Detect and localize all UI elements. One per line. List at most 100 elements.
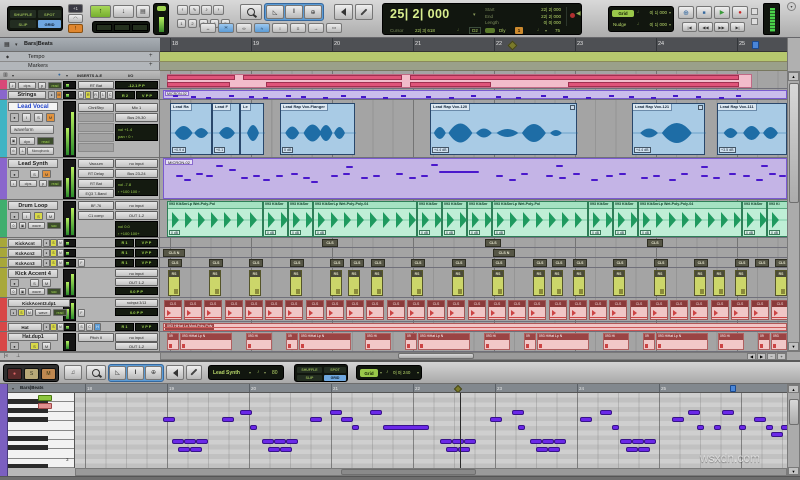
midi-note[interactable] [754, 417, 766, 423]
audio-zoom-in-button[interactable]: › [213, 5, 224, 15]
return-to-zero-button[interactable]: |◀ [682, 22, 697, 32]
audio-clip[interactable]: 093 KikSnrLp Wet-Poly-Poly-04 0 dB [638, 201, 743, 237]
midi-note[interactable] [240, 409, 252, 415]
insert-slot-empty[interactable] [78, 133, 114, 142]
midi-note[interactable] [452, 439, 464, 445]
midi-note[interactable] [632, 439, 644, 445]
link-option-button[interactable]: ↔ [200, 23, 216, 33]
midi-note[interactable] [688, 409, 700, 415]
playlist-button[interactable]: p [38, 82, 46, 89]
mute-button[interactable]: M [26, 309, 33, 316]
midi-note[interactable] [548, 446, 560, 452]
midi-clip-micron[interactable]: MICRON-02 [163, 90, 787, 99]
main-counter[interactable]: 25| 2| 000 [390, 7, 450, 21]
midi-note[interactable] [512, 409, 524, 415]
piano-keyboard[interactable]: 3 [8, 393, 75, 468]
midi-clip-cls[interactable]: CLS [168, 259, 182, 267]
record-button[interactable]: ● [732, 6, 748, 19]
track-name-kickacent3-dp1[interactable]: KickAcent3.dp1 [8, 299, 70, 307]
midi-note[interactable] [216, 165, 223, 168]
midi-clip-cls[interactable]: CLS [755, 259, 769, 267]
midi-note[interactable] [330, 409, 342, 415]
audio-clip[interactable]: 09 [167, 333, 179, 350]
mute-button[interactable]: M [46, 113, 55, 122]
midi-note[interactable] [178, 446, 190, 452]
audio-clip[interactable]: Lead Rap Vox-120 +4.4 dB [430, 103, 578, 155]
midi-note[interactable] [669, 179, 676, 182]
midi-clip[interactable] [243, 75, 402, 80]
scroll-up-button[interactable]: ▲ [788, 72, 799, 81]
midi-grid-label[interactable]: Grid [360, 369, 378, 377]
midi-note[interactable] [206, 175, 213, 178]
midi-clip[interactable] [266, 81, 402, 87]
midi-clip[interactable] [410, 81, 491, 87]
link-option-button[interactable]: ≈ [254, 23, 270, 33]
midi-note[interactable] [311, 181, 318, 184]
midi-note[interactable] [591, 179, 598, 182]
default-velocity[interactable]: 80 [272, 370, 278, 376]
midi-note[interactable] [310, 417, 322, 423]
track-name-strings[interactable]: Strings [8, 91, 46, 99]
midi-note[interactable] [253, 175, 260, 178]
input-selector[interactable]: no input [115, 201, 158, 210]
midi-note[interactable] [521, 173, 528, 176]
audio-clip-cls[interactable]: CLS [164, 300, 182, 320]
tempo-value[interactable]: 75 [555, 28, 560, 33]
solo-button[interactable]: S [50, 259, 57, 267]
midi-note[interactable] [184, 179, 191, 182]
solo-button[interactable]: S [34, 113, 43, 122]
audio-clip-cls[interactable]: CLS [690, 300, 708, 320]
midi-clip-cls[interactable]: CLS [613, 259, 627, 267]
track-name-kickacnt[interactable]: KickAcnt [8, 239, 42, 247]
tempo-row[interactable]: ◆ Tempo + [0, 52, 160, 62]
audio-clip[interactable]: 093 HiHat Lp N [299, 333, 351, 350]
go-to-end-button[interactable]: ▶| [730, 22, 745, 32]
midi-note[interactable] [722, 409, 734, 415]
midi-clip-cls[interactable]: CLS [371, 259, 385, 267]
audio-clip[interactable]: 093 KikSnrLp Wet-Poly-Pol 0 dB [167, 201, 264, 237]
scroll-left-button[interactable]: ◀ [747, 353, 756, 360]
midi-note[interactable] [580, 417, 592, 423]
audio-clip[interactable]: 093 KikSnr 0 dB [417, 201, 443, 237]
audio-clip-cls[interactable]: CLS [771, 300, 787, 320]
note-button[interactable]: ♪ [9, 82, 16, 89]
midi-note[interactable] [600, 409, 612, 415]
pre-roll-dot[interactable] [570, 13, 575, 18]
midi-note[interactable] [196, 439, 208, 445]
audio-clip[interactable]: 093 KikSnr 0 dB [613, 201, 639, 237]
audio-clip[interactable]: 09 [286, 333, 298, 350]
audio-clip-cls[interactable]: CLS [407, 300, 425, 320]
insert-letter-button[interactable]: S [78, 323, 85, 331]
midi-note[interactable] [653, 175, 660, 178]
markers-row[interactable]: Markers + [0, 62, 160, 71]
piano-black-key[interactable] [8, 417, 48, 423]
audio-clip[interactable]: 093 KikSnr 0 dB [467, 201, 493, 237]
record-enable-button[interactable]: ● [43, 239, 50, 247]
midi-mode-grid[interactable]: GRID [324, 375, 346, 381]
midi-note[interactable] [303, 177, 310, 180]
audio-clip-cls[interactable]: CLS [245, 300, 263, 320]
insert-button[interactable]: Pitch II [78, 333, 114, 342]
voice-button[interactable]: 0 [10, 222, 17, 229]
target-track-button[interactable] [38, 395, 52, 401]
midi-clip[interactable] [167, 75, 235, 80]
input-monitor-button[interactable]: I [22, 113, 31, 122]
midi-note[interactable] [769, 173, 776, 176]
audio-clip[interactable]: 09 [524, 333, 536, 350]
mode-spot-button[interactable]: SPOT [38, 10, 61, 18]
dropdown-icon[interactable]: ▾ [380, 370, 382, 375]
midi-grid-value[interactable]: 0| 0| 240 [393, 370, 410, 375]
zoom-in-button[interactable]: ↑ [90, 5, 111, 18]
audio-clip[interactable]: 093 KikSnr 0 dB [742, 201, 768, 237]
midi-clip-cls[interactable]: CLS [573, 259, 587, 267]
bars-beats-row[interactable]: ▦ ▾ Bars|Beats [0, 38, 160, 52]
midi-note[interactable] [756, 179, 763, 182]
insert-letter-button[interactable]: H [94, 323, 101, 331]
solo-button[interactable]: S [50, 239, 57, 247]
solo-button[interactable]: S [18, 309, 25, 316]
midi-note[interactable] [638, 446, 650, 452]
midi-note[interactable] [190, 446, 202, 452]
mode-slip-button[interactable]: SLIP [10, 20, 36, 28]
audio-clip-cls[interactable]: CLS [711, 300, 729, 320]
audio-clip[interactable]: 09 [758, 333, 770, 350]
